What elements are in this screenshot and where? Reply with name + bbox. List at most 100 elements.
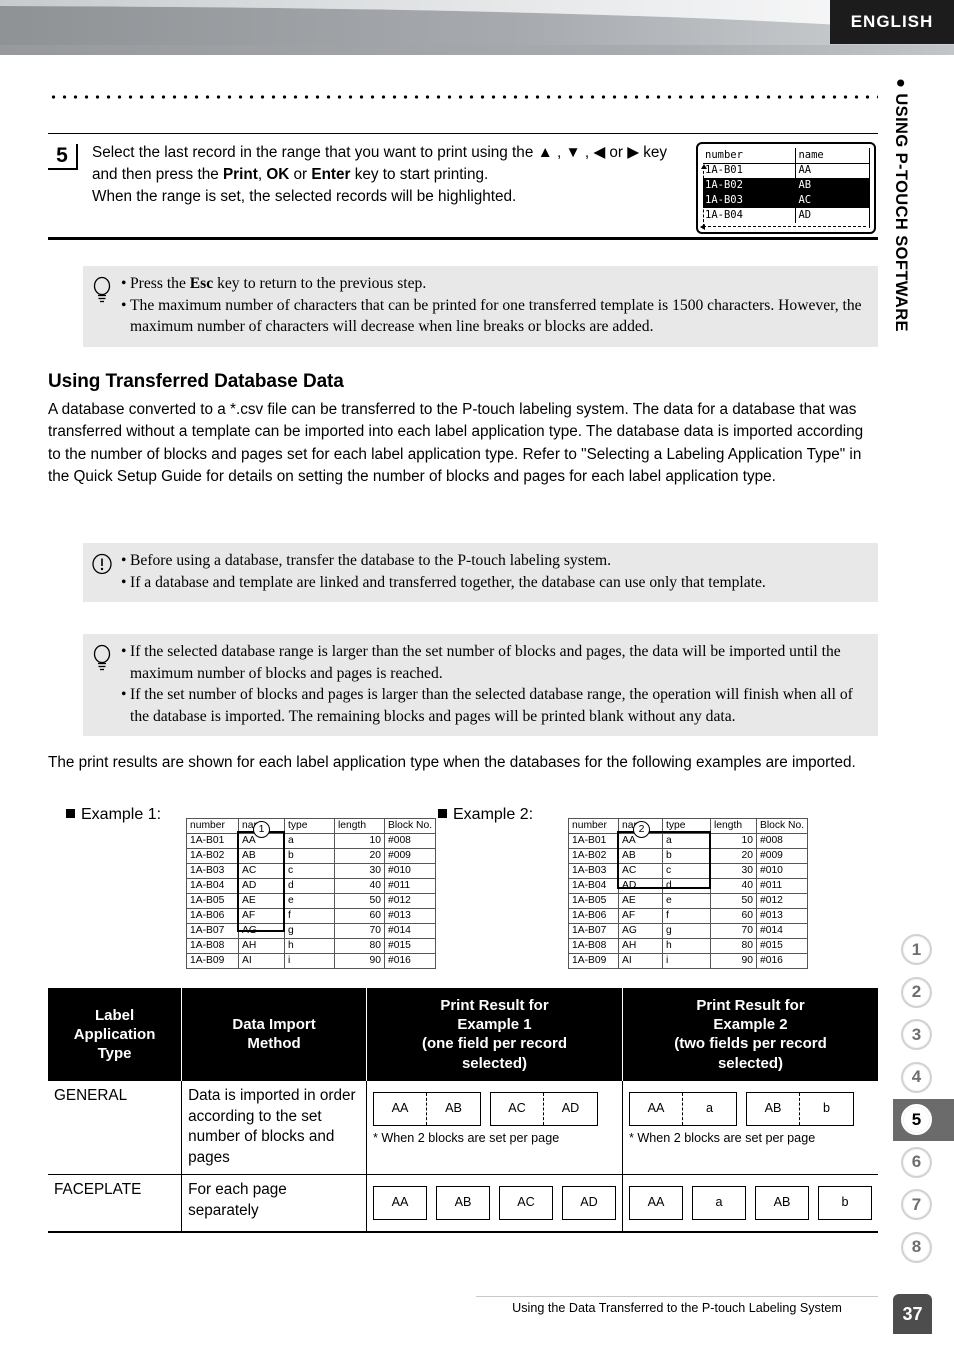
step-row: 5 Select the last record in the range th… — [48, 134, 878, 234]
table-row: 1A-B03 AC c 30 #010 — [568, 863, 809, 879]
cell-example-2-result: AA a AB b — [622, 1174, 878, 1233]
header-print-result-example-2: Print Result for Example 2 (two fields p… — [622, 988, 878, 1081]
chapter-tab-5[interactable]: 5 — [893, 1098, 954, 1141]
cell-type: i — [662, 953, 711, 969]
cell-name: AC — [238, 863, 285, 879]
page-number-tab: 37 — [893, 1294, 932, 1334]
cell-type: b — [662, 848, 711, 864]
header-line: Example 2 — [713, 1016, 788, 1034]
cell-type: a — [284, 833, 335, 849]
note-item-text: Before using a database, transfer the da… — [130, 552, 612, 569]
lcd-header-number: number — [703, 148, 797, 164]
cell-name: AD — [618, 878, 663, 894]
print-block-half: AA — [630, 1092, 683, 1125]
cell-name: AD — [238, 878, 285, 894]
cell-number: 1A-B09 — [568, 953, 619, 969]
chapter-tab-3[interactable]: 3 — [893, 1013, 954, 1056]
note-text-bold: Esc — [189, 275, 214, 292]
lightbulb-icon — [83, 641, 121, 727]
print-block: AD — [561, 1185, 616, 1220]
cell-block-no: #013 — [383, 908, 437, 924]
chapter-tab-8[interactable]: 8 — [893, 1225, 954, 1269]
lcd-left-arrow-icon — [700, 224, 705, 230]
lcd-cell-name: AA — [798, 164, 812, 177]
cell-number: 1A-B02 — [186, 848, 239, 864]
print-block-note: * When 2 blocks are set per page — [372, 1130, 560, 1145]
cell-type: c — [662, 863, 711, 879]
cell-block-no: #008 — [755, 833, 809, 849]
step-arrow-keys: ▲ , ▼ , ◀ or ▶ — [537, 144, 639, 161]
note-item-text: If the set number of blocks and pages is… — [130, 686, 853, 725]
cell-length: 30 — [710, 863, 757, 879]
note-tip-1: • Press the Esc key to return to the pre… — [83, 266, 878, 347]
cell-type: a — [662, 833, 711, 849]
cell-name: AC — [618, 863, 663, 879]
key-print-label: Print — [222, 165, 258, 183]
cell-type: d — [284, 878, 335, 894]
cell-type: i — [284, 953, 335, 969]
chapter-tab-7[interactable]: 7 — [893, 1183, 954, 1226]
cell-block-no: #008 — [383, 833, 437, 849]
header-line: selected) — [461, 1054, 527, 1072]
col-length: length — [710, 818, 757, 834]
key-ok-label: OK — [266, 165, 290, 183]
header-line: Example 1 — [457, 1016, 532, 1034]
cell-number: 1A-B06 — [186, 908, 239, 924]
exclamation-icon — [83, 550, 121, 593]
col-block-no: Block No. — [755, 818, 809, 834]
header-print-result-example-1: Print Result for Example 1 (one field pe… — [366, 988, 623, 1081]
lcd-cell-number: 1A-B02 — [703, 178, 797, 193]
note-tip-1-body: • Press the Esc key to return to the pre… — [121, 273, 868, 338]
chapter-tab-6[interactable]: 6 — [893, 1140, 954, 1184]
chapter-tab-1-label: 1 — [901, 934, 932, 966]
cell-number: 1A-B07 — [186, 923, 239, 939]
col-type: type — [284, 818, 335, 834]
cell-number: 1A-B02 — [568, 848, 619, 864]
cell-name: AE — [618, 893, 663, 909]
lcd-row: 1A-B01 AA — [703, 163, 869, 178]
table-row: 1A-B04 AD d 40 #011 — [186, 878, 437, 894]
dotted-divider — [48, 94, 878, 100]
cell-name: AF — [618, 908, 663, 924]
bullet-icon: • — [121, 296, 127, 314]
section-paragraph: A database converted to a *.csv file can… — [48, 401, 864, 485]
print-results-paragraph: The print results are shown for each lab… — [48, 754, 856, 771]
print-block-half: AB — [445, 1101, 462, 1116]
cell-number: 1A-B06 — [568, 908, 619, 924]
print-result-table: Label Application Type Data Import Metho… — [48, 988, 878, 1233]
print-block: AC AD — [489, 1091, 598, 1126]
table-row: 1A-B09 AI i 90 #016 — [568, 953, 809, 969]
cell-type: d — [662, 878, 711, 894]
table-row: 1A-B04 AD d 40 #011 — [568, 878, 809, 894]
cell-name: AB — [238, 848, 285, 864]
step-bottom-rule — [48, 237, 878, 240]
cell-number: 1A-B08 — [186, 938, 239, 954]
header-line: Type — [97, 1044, 132, 1062]
cell-example-1-result: AA AB AC AD — [366, 1174, 623, 1233]
table-row: 1A-B01 AA a 10 #008 — [186, 833, 437, 849]
chapter-tab-1[interactable]: 1 — [893, 928, 954, 971]
lcd-row: 1A-B04 AD — [703, 208, 869, 223]
note-item: • If the selected database range is larg… — [121, 641, 868, 684]
cell-length: 50 — [334, 893, 385, 909]
table-row: 1A-B01 AA a 10 #008 — [568, 833, 809, 849]
cell-import-method: Data is imported in order according to t… — [181, 1080, 367, 1175]
lightbulb-icon-svg — [93, 644, 111, 671]
chapter-tab-4[interactable]: 4 — [893, 1055, 954, 1099]
chapter-tab-2[interactable]: 2 — [893, 970, 954, 1014]
lcd-cell-number: 1A-B01 — [703, 163, 797, 178]
cell-application-type: GENERAL — [48, 1080, 183, 1175]
banner-swoosh-graphic — [0, 0, 954, 55]
result-row-general: GENERAL Data is imported in order accord… — [48, 1080, 878, 1175]
note-warning: • Before using a database, transfer the … — [83, 543, 878, 603]
table-header-row: number name type length Block No. — [568, 818, 809, 834]
header-line: (one field per record — [421, 1035, 567, 1053]
table-row: 1A-B05 AE e 50 #012 — [186, 893, 437, 909]
table-row: 1A-B05 AE e 50 #012 — [568, 893, 809, 909]
key-enter-label: Enter — [311, 165, 351, 183]
print-block-half: b — [822, 1101, 830, 1116]
chapter-tab-strip: 1 2 3 4 5 6 7 8 — [893, 928, 954, 1268]
chapter-tab-7-label: 7 — [901, 1189, 932, 1221]
note-item-text: If a database and template are linked an… — [130, 573, 766, 591]
result-row-faceplate: FACEPLATE For each page separately AA AB… — [48, 1174, 878, 1233]
